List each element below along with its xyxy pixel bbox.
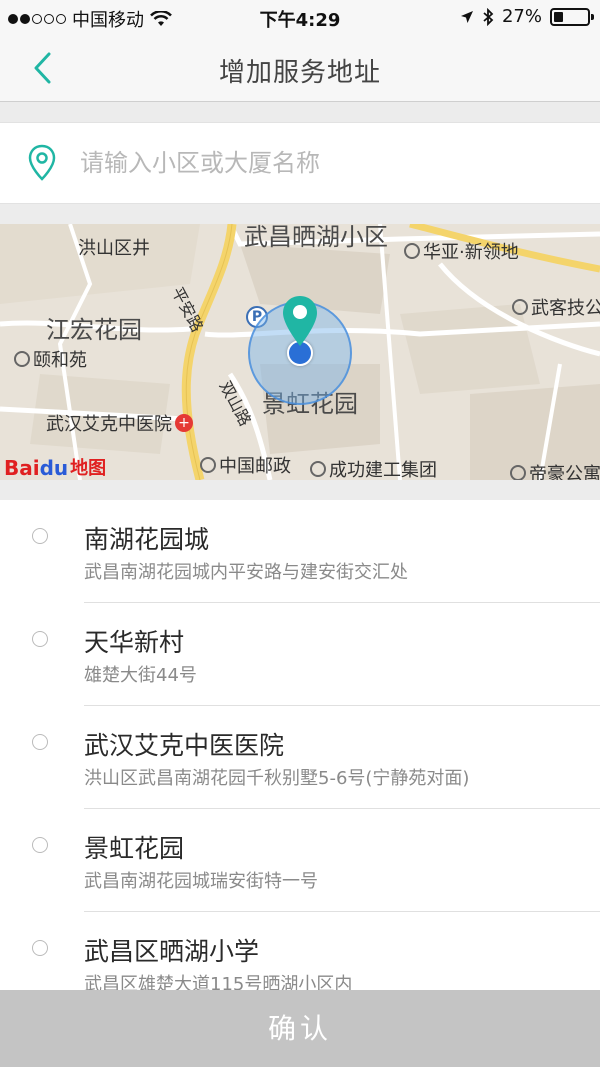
page-title: 增加服务地址 (218, 58, 381, 88)
hospital-icon: + (175, 414, 193, 432)
map-label-top-area: 武昌晒湖小区 (244, 224, 388, 251)
result-name: 武昌区晒湖小学 (84, 937, 260, 966)
result-address: 武昌区雄楚大道115号晒湖小区内 (84, 974, 353, 990)
list-item[interactable]: 武昌区晒湖小学 武昌区雄楚大道115号晒湖小区内 (0, 912, 600, 990)
list-item[interactable]: 南湖花园城 武昌南湖花园城内平安路与建安街交汇处 (0, 500, 600, 603)
map-label-district-well: 洪山区井 (78, 238, 150, 259)
search-bar (0, 122, 600, 204)
status-bar: 中国移动 下午4:29 27% (0, 0, 600, 34)
address-results-list: 南湖花园城 武昌南湖花园城内平安路与建安街交汇处 天华新村 雄楚大街44号 武汉… (0, 500, 600, 990)
location-arrow-icon (460, 10, 473, 23)
radio-button[interactable] (32, 528, 48, 544)
battery-icon (550, 7, 594, 26)
poi-icon (14, 351, 30, 367)
radio-button[interactable] (32, 734, 48, 750)
map-label-chenggong: 成功建工集团 (310, 456, 437, 480)
result-address: 武昌南湖花园城内平安路与建安街交汇处 (84, 562, 408, 583)
battery-percentage: 27% (501, 6, 542, 27)
search-input[interactable] (80, 149, 550, 177)
map-marker-icon[interactable] (280, 294, 320, 348)
map-label-wuke: 武客技公 (512, 294, 600, 320)
map-label-yiheyuan: 颐和苑 (14, 346, 87, 372)
map-label-aike-hospital: 武汉艾克中医院 + (46, 410, 193, 436)
map-label-post: 中国邮政 (200, 452, 291, 478)
bluetooth-icon (483, 7, 494, 26)
map-view[interactable]: 武昌晒湖小区 洪山区井 华亚·新领地 平安路 江宏花园 武客技公 颐和苑 景虹花… (0, 224, 600, 480)
list-item[interactable]: 天华新村 雄楚大街44号 (0, 603, 600, 706)
result-name: 武汉艾克中医医院 (84, 731, 285, 760)
poi-icon (404, 243, 420, 259)
map-label-huaya: 华亚·新领地 (404, 238, 519, 264)
map-label-dihao: 帝豪公寓 (510, 460, 600, 480)
confirm-button[interactable]: 确认 (0, 990, 600, 1067)
list-item[interactable]: 武汉艾克中医医院 洪山区武昌南湖花园千秋别墅5-6号(宁静苑对面) (0, 706, 600, 809)
poi-icon (512, 299, 528, 315)
result-address: 雄楚大街44号 (84, 665, 197, 686)
map-label-jianghong: 江宏花园 (46, 316, 142, 344)
result-address: 洪山区武昌南湖花园千秋别墅5-6号(宁静苑对面) (84, 768, 470, 789)
status-right: 27% (460, 6, 594, 27)
radio-button[interactable] (32, 940, 48, 956)
result-name: 天华新村 (84, 628, 185, 657)
poi-icon (310, 461, 326, 477)
result-name: 景虹花园 (84, 834, 185, 863)
result-name: 南湖花园城 (84, 525, 210, 554)
navigation-bar: 增加服务地址 (0, 34, 600, 102)
poi-icon (200, 457, 216, 473)
radio-button[interactable] (32, 631, 48, 647)
radio-button[interactable] (32, 837, 48, 853)
baidu-map-logo: Bai du 地图 (4, 456, 107, 480)
result-address: 武昌南湖花园城瑞安街特一号 (84, 871, 318, 892)
location-pin-icon (26, 143, 58, 183)
poi-icon (510, 465, 526, 480)
list-item[interactable]: 景虹花园 武昌南湖花园城瑞安街特一号 (0, 809, 600, 912)
